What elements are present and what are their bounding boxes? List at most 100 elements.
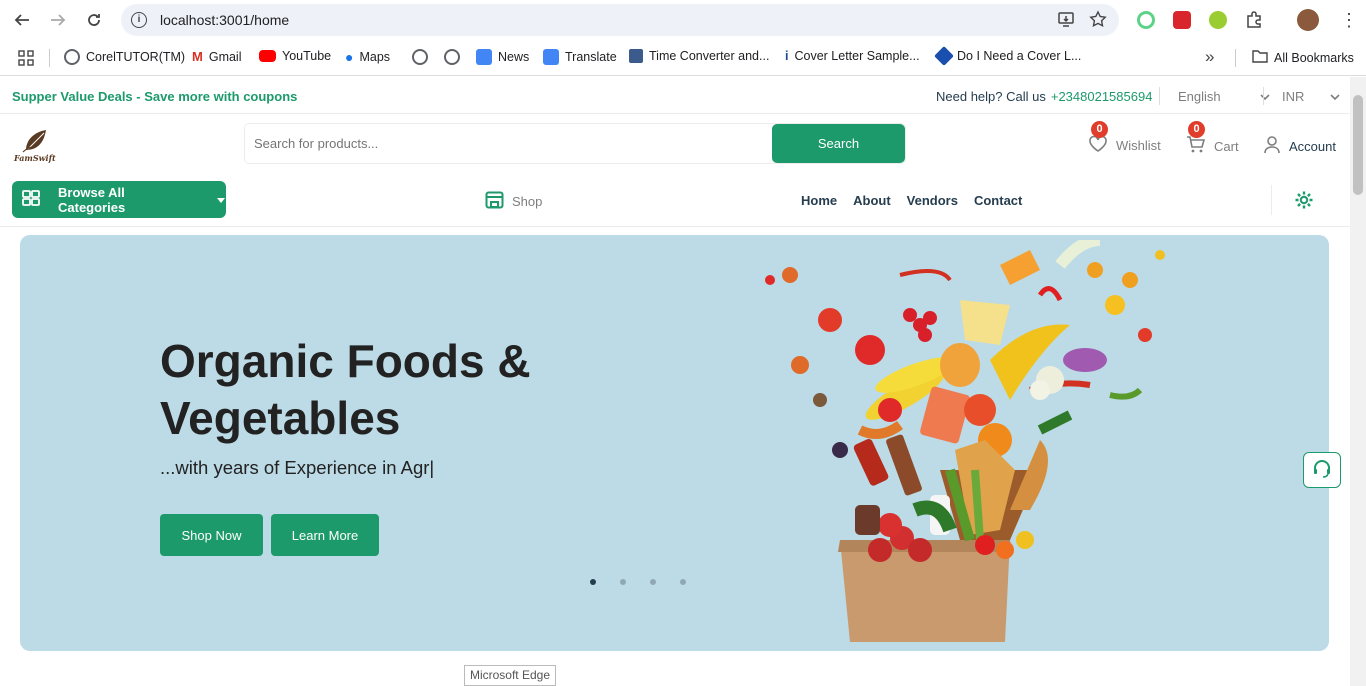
help-line: Need help? Call us +2348021585694 — [936, 89, 1152, 104]
bookmark-label: News — [498, 50, 530, 64]
extensions-puzzle-icon[interactable] — [1245, 11, 1263, 34]
language-select[interactable]: English — [1178, 89, 1270, 104]
shop-label: Shop — [512, 194, 543, 209]
nav-item-vendors[interactable]: Vendors — [907, 193, 958, 208]
site-topbar: Supper Value Deals - Save more with coup… — [0, 77, 1350, 114]
extension-bulb-icon[interactable] — [1209, 11, 1227, 29]
bookmark-label: Do I Need a Cover L... — [957, 49, 1082, 63]
browser-menu-icon[interactable]: ⋮ — [1340, 11, 1358, 29]
currency-select[interactable]: INR — [1282, 89, 1340, 104]
slider-dot-3[interactable] — [650, 579, 656, 585]
slider-dot-1[interactable] — [590, 579, 596, 585]
caret-down-icon — [216, 192, 226, 207]
apps-grid-icon[interactable] — [18, 50, 34, 69]
nav-item-home[interactable]: Home — [801, 193, 837, 208]
bookmarks-overflow-icon[interactable]: » — [1205, 47, 1214, 67]
cart-link[interactable]: 0 Cart — [1186, 121, 1239, 156]
install-app-icon[interactable] — [1057, 10, 1075, 33]
hero-slider: Organic Foods & Vegetables ...with years… — [20, 235, 1329, 651]
site-logo[interactable]: FamSwift — [14, 122, 60, 168]
url-text: localhost:3001/home — [160, 12, 290, 28]
bookmark-label: Translate — [565, 50, 617, 64]
bookmark-label: Maps — [359, 50, 391, 64]
language-value: English — [1178, 89, 1221, 104]
bookmark-globe-2[interactable] — [444, 49, 460, 65]
page-scrollbar[interactable] — [1350, 77, 1366, 686]
wishlist-badge: 0 — [1091, 121, 1108, 138]
chevron-down-icon — [1260, 89, 1270, 104]
bookmarks-bar: CorelTUTOR(TM) M Gmail YouTube ● Maps News… — [0, 40, 1366, 76]
nav-menu: Home About Vendors Contact — [801, 193, 1022, 208]
bookmark-coreltutor[interactable]: CorelTUTOR(TM) — [64, 49, 185, 65]
support-button[interactable] — [1303, 452, 1341, 488]
nav-item-about[interactable]: About — [853, 193, 891, 208]
cart-label: Cart — [1214, 138, 1239, 154]
site-header: FamSwift Search 0 Wishlist 0 Cart Accoun… — [0, 114, 1350, 174]
shop-now-button[interactable]: Shop Now — [160, 514, 263, 556]
search-button[interactable]: Search — [772, 124, 905, 163]
shop-link[interactable]: Shop — [485, 191, 542, 212]
bookmark-star-icon[interactable] — [1089, 10, 1107, 33]
browser-toolbar: i localhost:3001/home ⋮ — [0, 0, 1366, 40]
forward-icon[interactable] — [40, 0, 76, 40]
slider-dot-4[interactable] — [680, 579, 686, 585]
currency-value: INR — [1282, 89, 1305, 104]
back-icon[interactable] — [4, 0, 40, 40]
bookmark-time-converter[interactable]: Time Converter and... — [629, 49, 769, 63]
address-bar[interactable]: i localhost:3001/home — [121, 4, 1119, 36]
settings-gear-icon[interactable] — [1294, 190, 1314, 215]
extension-red-icon[interactable] — [1173, 11, 1191, 29]
phone-link[interactable]: +2348021585694 — [1051, 89, 1153, 104]
bookmark-label: CorelTUTOR(TM) — [86, 50, 186, 64]
search-form: Search — [244, 123, 906, 164]
profile-avatar[interactable] — [1297, 9, 1319, 31]
bookmark-gmail[interactable]: M Gmail — [192, 49, 242, 64]
grid-icon — [22, 190, 40, 209]
heart-icon: 0 — [1089, 121, 1108, 155]
nav-item-contact[interactable]: Contact — [974, 193, 1022, 208]
wishlist-label: Wishlist — [1116, 138, 1161, 153]
bookmark-cover-letter-sample[interactable]: i Cover Letter Sample... — [785, 49, 920, 63]
bookmark-globe-1[interactable] — [412, 49, 428, 65]
bookmark-cover-letter-need[interactable]: Do I Need a Cover L... — [934, 46, 1082, 66]
hero-subtitle: ...with years of Experience in Agr| — [160, 457, 435, 478]
bookmark-translate[interactable]: Translate — [543, 49, 617, 65]
extension-green-icon[interactable] — [1137, 11, 1155, 29]
bookmark-maps[interactable]: ● Maps — [345, 49, 390, 65]
groceries-bag-image — [765, 240, 1165, 642]
bookmark-label: Cover Letter Sample... — [794, 49, 920, 63]
globe-icon — [412, 49, 428, 65]
gmail-icon: M — [192, 49, 203, 64]
topbar-divider — [1159, 87, 1160, 105]
cart-badge: 0 — [1188, 121, 1205, 138]
main-nav: Browse All Categories Shop Home About Ve… — [0, 174, 1350, 227]
help-label: Need help? Call us — [936, 89, 1046, 104]
site-info-icon[interactable]: i — [131, 12, 147, 28]
bookmark-youtube[interactable]: YouTube — [259, 49, 331, 63]
learn-more-button[interactable]: Learn More — [271, 514, 379, 556]
user-icon — [1264, 136, 1280, 157]
globe-icon — [64, 49, 80, 65]
browse-categories-button[interactable]: Browse All Categories — [12, 181, 226, 218]
account-link[interactable]: Account — [1264, 136, 1336, 157]
store-icon — [485, 191, 504, 212]
nav-divider — [1271, 185, 1272, 215]
reload-icon[interactable] — [76, 0, 112, 40]
youtube-icon — [259, 50, 276, 62]
time-converter-icon — [629, 49, 643, 63]
all-bookmarks[interactable]: All Bookmarks — [1252, 49, 1354, 66]
deals-text: Supper Value Deals - Save more with coup… — [12, 89, 298, 104]
search-input[interactable] — [245, 124, 772, 163]
bookmark-news[interactable]: News — [476, 49, 529, 65]
wishlist-link[interactable]: 0 Wishlist — [1089, 121, 1161, 155]
bookmarks-divider — [1235, 49, 1236, 67]
slider-dot-2[interactable] — [620, 579, 626, 585]
chevron-down-icon — [1330, 89, 1340, 104]
scrollbar-thumb[interactable] — [1353, 95, 1363, 195]
folder-icon — [1252, 49, 1268, 66]
topbar-divider — [1263, 87, 1264, 105]
hero-title: Organic Foods & Vegetables — [160, 335, 531, 444]
taskbar-tooltip: Microsoft Edge — [464, 665, 556, 686]
logo-text: FamSwift — [14, 153, 56, 163]
globe-icon — [444, 49, 460, 65]
